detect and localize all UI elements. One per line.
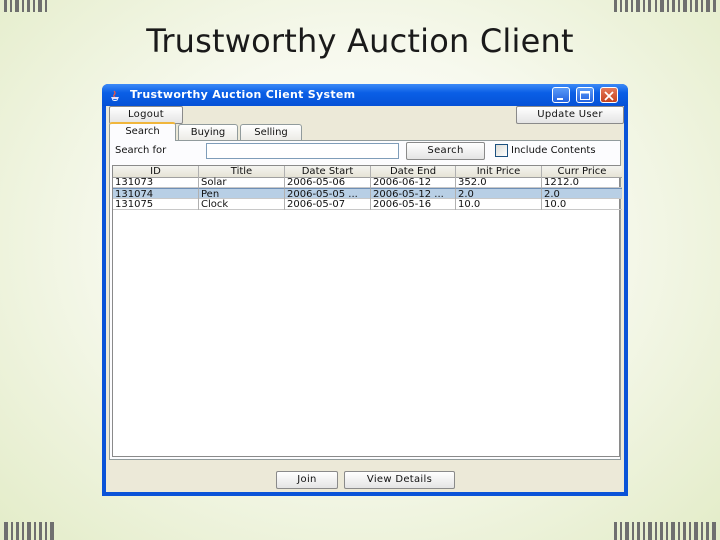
auction-results-table: ID Title Date Start Date End Init Price …: [112, 165, 622, 457]
column-header-title[interactable]: Title: [199, 166, 285, 177]
window-client-area: Logout Update User Search Buying Selling…: [106, 106, 624, 492]
view-details-button[interactable]: View Details: [344, 471, 455, 489]
column-header-init-price[interactable]: Init Price: [456, 166, 542, 177]
cell-init-price: 352.0: [456, 177, 542, 188]
cell-title: Pen: [199, 188, 285, 199]
close-icon[interactable]: [600, 87, 618, 103]
join-button[interactable]: Join: [276, 471, 338, 489]
cell-date-end: 2006-06-12: [371, 177, 456, 188]
cell-date-end: 2006-05-12 ...: [371, 188, 456, 199]
column-header-date-start[interactable]: Date Start: [285, 166, 371, 177]
update-user-button[interactable]: Update User: [516, 106, 624, 124]
search-button[interactable]: Search: [406, 142, 485, 160]
java-app-icon: [109, 88, 121, 101]
cell-title: Clock: [199, 199, 285, 210]
cell-curr-price: 2.0: [542, 188, 622, 199]
top-decorative-stripe: [0, 0, 720, 18]
cell-curr-price: 10.0: [544, 199, 567, 210]
table-row-selected[interactable]: 131074 Pen 2006-05-05 ... 2006-05-12 ...…: [113, 188, 622, 199]
tab-buying[interactable]: Buying: [178, 124, 238, 140]
cell-init-price: 2.0: [456, 188, 542, 199]
window-title: Trustworthy Auction Client System: [130, 88, 356, 101]
cell-date-start: 2006-05-06: [285, 177, 371, 188]
table-row[interactable]: 131073 Solar 2006-05-06 2006-06-12 352.0…: [113, 177, 622, 188]
cell-title: Solar: [199, 177, 285, 188]
slide-title: Trustworthy Auction Client: [146, 22, 574, 60]
column-header-curr-price[interactable]: Curr Price: [542, 166, 622, 177]
column-header-id[interactable]: ID: [113, 166, 199, 177]
search-input[interactable]: [206, 143, 399, 159]
table-row[interactable]: 131075 Clock 2006-05-07 2006-05-16 10.0 …: [113, 199, 622, 210]
include-contents-checkbox[interactable]: [495, 144, 508, 157]
include-contents-label: Include Contents: [511, 145, 596, 156]
minimize-icon[interactable]: [552, 87, 570, 103]
tab-selling[interactable]: Selling: [240, 124, 302, 140]
tab-search[interactable]: Search: [109, 122, 176, 141]
cell-id: 131074: [113, 188, 199, 199]
cell-date-end: 2006-05-16: [371, 199, 456, 210]
cell-date-start: 2006-05-07: [285, 199, 371, 210]
maximize-icon[interactable]: [576, 87, 594, 103]
cell-init-price: 10.0: [456, 199, 542, 210]
cell-date-start: 2006-05-05 ...: [285, 188, 371, 199]
search-for-label: Search for: [115, 145, 167, 156]
bottom-decorative-stripe: [0, 522, 720, 540]
column-header-date-end[interactable]: Date End: [371, 166, 456, 177]
window-titlebar[interactable]: Trustworthy Auction Client System: [102, 84, 628, 106]
app-window: Trustworthy Auction Client System Logout…: [102, 84, 628, 496]
cell-id: 131073: [113, 177, 199, 188]
cell-curr-price: 1212.0: [544, 177, 579, 188]
cell-id: 131075: [113, 199, 199, 210]
search-tab-panel: Search for Search Include Contents ID Ti…: [109, 140, 622, 460]
